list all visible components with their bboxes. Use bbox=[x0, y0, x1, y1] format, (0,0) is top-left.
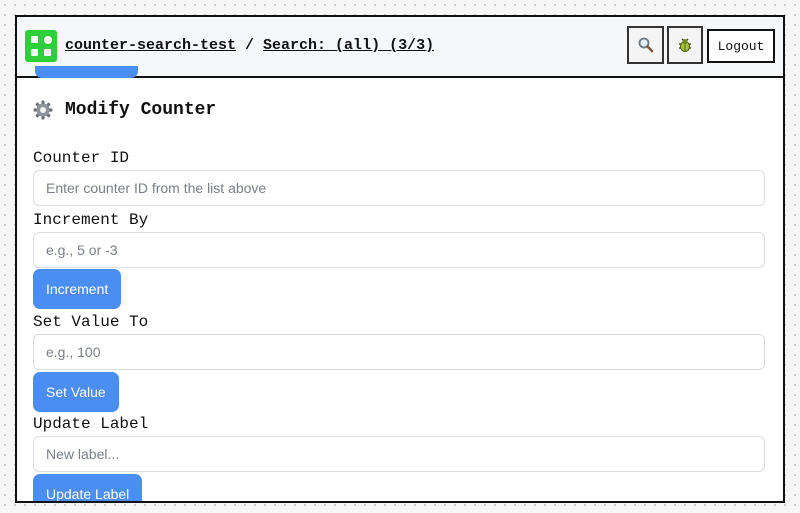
search-button[interactable] bbox=[627, 26, 664, 64]
logout-button[interactable]: Logout bbox=[707, 29, 775, 63]
bug-icon bbox=[679, 38, 691, 52]
update-label-label: Update Label bbox=[33, 415, 149, 433]
increment-by-input[interactable] bbox=[33, 232, 765, 268]
project-link[interactable]: counter-search-test bbox=[65, 37, 236, 54]
increment-button[interactable]: Increment bbox=[33, 269, 122, 309]
update-label-input[interactable] bbox=[33, 436, 765, 472]
breadcrumb-separator: / bbox=[245, 37, 255, 54]
section-heading: Modify Counter bbox=[33, 100, 216, 120]
set-value-label: Set Value To bbox=[33, 313, 149, 331]
search-link[interactable]: Search: (all) (3/3) bbox=[263, 37, 434, 54]
partial-button[interactable] bbox=[35, 66, 138, 78]
section-title: Modify Counter bbox=[65, 100, 217, 120]
breadcrumb: counter-search-test / Search: (all) (3/3) bbox=[65, 37, 434, 54]
app-logo[interactable] bbox=[25, 30, 57, 62]
app-frame: counter-search-test / Search: (all) (3/3) … bbox=[15, 15, 785, 503]
magnifier-icon bbox=[638, 37, 653, 53]
increment-by-label: Increment By bbox=[33, 211, 149, 229]
set-value-input[interactable] bbox=[33, 334, 765, 370]
counter-id-input[interactable] bbox=[33, 170, 765, 206]
debug-button[interactable] bbox=[667, 26, 703, 64]
counter-id-label: Counter ID bbox=[33, 149, 130, 167]
update-label-button[interactable]: Update Label bbox=[33, 474, 143, 501]
set-value-button[interactable]: Set Value bbox=[33, 372, 119, 412]
gear-icon bbox=[33, 100, 53, 120]
